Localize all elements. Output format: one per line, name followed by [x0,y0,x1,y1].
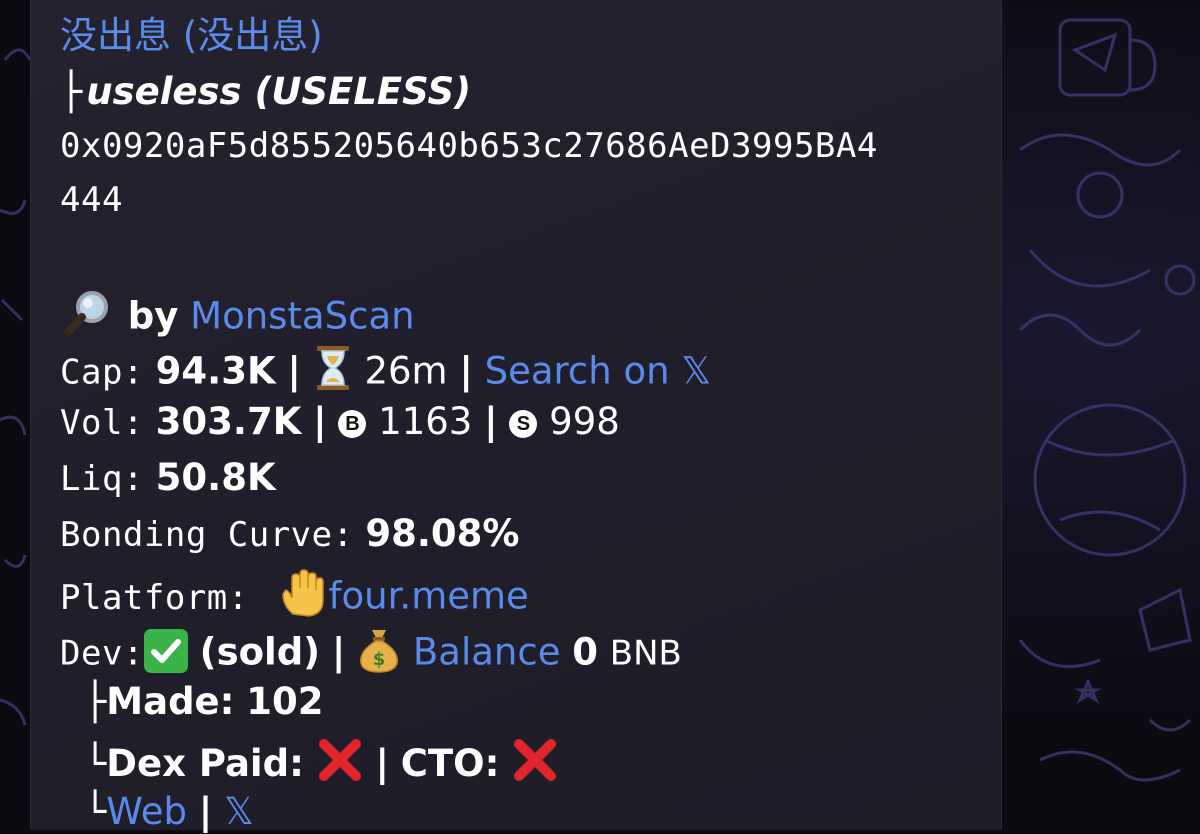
tree-prefix: └ [84,742,107,785]
cap-value: 94.3K [155,349,276,393]
liq-value: 50.8K [155,456,276,499]
buys-count: 1163 [378,400,473,443]
raised-hand-icon [279,568,329,628]
dex-paid-label: Dex Paid: [106,742,304,785]
sells-icon: S [509,410,538,438]
vol-label: Vol: [60,403,144,443]
token-name-line: ├ useless (USELESS) [60,70,471,114]
cap-label: Cap: [60,352,144,393]
monstascan-link[interactable]: MonstaScan [190,295,414,338]
made-value: 102 [246,680,324,723]
separator: | [331,630,346,674]
magnifier-icon [60,288,116,348]
scanner-credit-line: by MonstaScan [60,288,415,348]
tree-prefix: ├ [84,680,107,723]
x-logo-icon[interactable]: 𝕏 [224,790,254,833]
bonding-curve-line: Bonding Curve: 98.08% [60,512,519,557]
vol-line: Vol: 303.7K | B 1163 | S 998 [60,400,620,445]
tree-prefix: ├ [60,70,83,113]
web-link[interactable]: Web [106,790,187,833]
dev-label: Dev: [60,633,144,674]
cap-line: Cap: 94.3K | 26m | Search on 𝕏 [60,344,711,402]
separator: | [313,400,327,443]
search-on-x-link[interactable]: Search on 𝕏 [485,350,712,393]
check-icon [143,628,188,673]
contract-address-line1[interactable]: 0x0920aF5d855205640b653c27686AeD3995BA4 [60,124,878,168]
search-on-label: Search on [484,349,670,393]
separator: | [198,790,213,833]
made-line: ├Made: 102 [84,680,323,724]
svg-text:$: $ [373,649,386,670]
sells-count: 998 [549,400,620,443]
platform-label: Platform: [60,577,249,618]
dev-balance-unit: BNB [609,633,682,674]
bonding-curve-label: Bonding Curve: [60,515,354,555]
dev-status: (sold) [199,630,321,674]
dev-balance-value: 0 [572,630,598,674]
separator: | [459,349,473,393]
web-line: └Web | 𝕏 [84,790,254,834]
age-value: 26m [364,349,448,393]
token-name: useless (USELESS) [86,70,472,113]
made-label: Made: [106,680,235,723]
buys-icon: B [338,410,367,438]
tree-prefix: └ [84,790,107,833]
vol-value: 303.7K [155,400,302,443]
token-title-link[interactable]: 没出息 (没出息) [60,14,323,58]
cto-label: CTO: [400,742,500,785]
dev-line: Dev: (sold) | $ Balance 0 BNB [60,624,682,684]
platform-line: Platform: four.meme [60,568,529,628]
four-meme-link[interactable]: four.meme [329,575,529,618]
dev-balance-link[interactable]: Balance [413,631,561,674]
separator: | [484,400,498,443]
liq-label: Liq: [60,459,144,499]
x-logo-icon: 𝕏 [681,349,712,393]
money-bag-icon: $ [357,624,401,684]
hourglass-icon [313,344,353,402]
separator: | [375,742,389,785]
contract-address-line2[interactable]: 444 [60,178,123,222]
by-label: by [127,294,179,338]
dex-paid-line: └Dex Paid: | CTO: [84,736,559,794]
separator: | [287,349,301,393]
liq-line: Liq: 50.8K [60,456,276,501]
cross-icon [316,736,364,794]
bonding-curve-value: 98.08% [365,512,520,555]
cross-icon [511,736,559,794]
